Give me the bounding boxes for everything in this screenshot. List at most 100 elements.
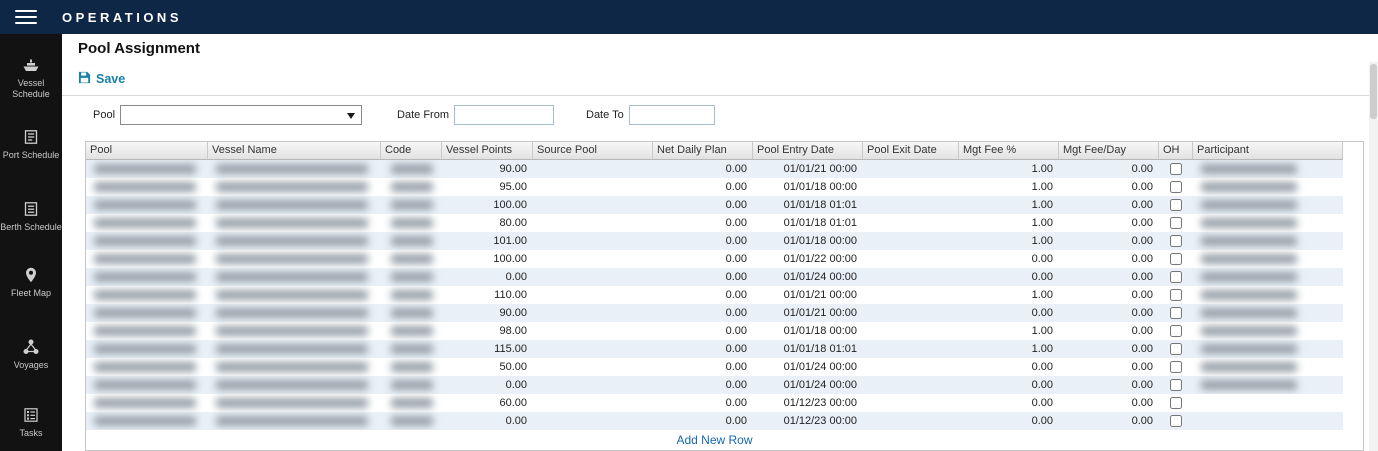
cell-pool_exit_date: [863, 232, 959, 250]
cell-net_daily_plan: 0.00: [653, 232, 753, 250]
date-to-input[interactable]: [629, 105, 715, 125]
redacted-participant: [1201, 254, 1297, 264]
oh-checkbox[interactable]: [1170, 217, 1182, 229]
pool-select[interactable]: [120, 105, 362, 125]
cell-participant: [1193, 232, 1343, 250]
oh-checkbox[interactable]: [1170, 361, 1182, 373]
cell-pool_entry_date: 01/01/21 00:00: [753, 160, 863, 178]
top-bar: OPERATIONS: [0, 0, 1378, 34]
column-header-oh[interactable]: OH: [1159, 142, 1193, 159]
cell-net_daily_plan: 0.00: [653, 196, 753, 214]
sidebar-item-label: Vessel Schedule: [12, 78, 50, 99]
column-header-source_pool[interactable]: Source Pool: [533, 142, 653, 159]
cell-vessel_name: [208, 160, 381, 178]
sidebar-item-fleet-map[interactable]: Fleet Map: [0, 266, 62, 299]
cell-code: [381, 394, 442, 412]
sidebar-item-label: Berth Schedule: [0, 222, 62, 232]
dropdown-arrow-icon: [347, 113, 355, 119]
oh-checkbox[interactable]: [1170, 415, 1182, 427]
pool-filter-label: Pool: [93, 109, 115, 121]
add-new-row-link[interactable]: Add New Row: [676, 433, 752, 447]
cell-pool_exit_date: [863, 268, 959, 286]
cell-vessel_name: [208, 412, 381, 430]
oh-checkbox[interactable]: [1170, 307, 1182, 319]
cell-vessel_name: [208, 178, 381, 196]
cell-oh: [1159, 232, 1193, 250]
redacted-participant: [1201, 362, 1297, 372]
vertical-scrollbar[interactable]: [1369, 62, 1378, 451]
hamburger-menu-icon[interactable]: [15, 6, 37, 28]
redacted-vessel_name: [216, 182, 368, 192]
oh-checkbox[interactable]: [1170, 271, 1182, 283]
redacted-code: [391, 254, 433, 264]
column-header-mgt_fee_pct[interactable]: Mgt Fee %: [959, 142, 1059, 159]
pool-assignment-grid: PoolVessel NameCodeVessel PointsSource P…: [85, 141, 1364, 451]
oh-checkbox[interactable]: [1170, 181, 1182, 193]
oh-checkbox[interactable]: [1170, 325, 1182, 337]
cell-code: [381, 268, 442, 286]
column-header-pool_entry_date[interactable]: Pool Entry Date: [753, 142, 863, 159]
cell-net_daily_plan: 0.00: [653, 340, 753, 358]
oh-checkbox[interactable]: [1170, 343, 1182, 355]
column-header-vessel_points[interactable]: Vessel Points: [442, 142, 533, 159]
oh-checkbox[interactable]: [1170, 163, 1182, 175]
redacted-code: [391, 164, 433, 174]
cell-source_pool: [533, 340, 653, 358]
cell-vessel_name: [208, 322, 381, 340]
column-header-pool[interactable]: Pool: [86, 142, 208, 159]
redacted-pool: [94, 344, 196, 354]
cell-mgt_fee_pct: 1.00: [959, 232, 1059, 250]
redacted-code: [391, 218, 433, 228]
date-from-input[interactable]: [454, 105, 554, 125]
cell-participant: [1193, 268, 1343, 286]
oh-checkbox[interactable]: [1170, 397, 1182, 409]
table-row: 50.000.0001/01/24 00:000.000.00: [86, 358, 1343, 376]
cell-vessel_points: 95.00: [442, 178, 533, 196]
redacted-code: [391, 272, 433, 282]
cell-code: [381, 232, 442, 250]
sidebar-item-berth-schedule[interactable]: Berth Schedule: [0, 200, 62, 233]
app-title: OPERATIONS: [62, 10, 182, 25]
sidebar-item-tasks[interactable]: Tasks: [0, 406, 62, 439]
column-header-vessel_name[interactable]: Vessel Name: [208, 142, 381, 159]
cell-code: [381, 412, 442, 430]
sidebar-item-voyages[interactable]: Voyages: [0, 338, 62, 371]
sidebar-item-vessel-schedule[interactable]: Vessel Schedule: [0, 56, 62, 101]
column-header-pool_exit_date[interactable]: Pool Exit Date: [863, 142, 959, 159]
save-button[interactable]: Save: [78, 71, 125, 87]
cell-vessel_name: [208, 376, 381, 394]
column-header-mgt_fee_day[interactable]: Mgt Fee/Day: [1059, 142, 1159, 159]
cell-code: [381, 214, 442, 232]
table-row: 90.000.0001/01/21 00:001.000.00: [86, 160, 1343, 178]
oh-checkbox[interactable]: [1170, 289, 1182, 301]
cell-pool: [86, 322, 208, 340]
oh-checkbox[interactable]: [1170, 199, 1182, 211]
redacted-code: [391, 380, 433, 390]
cell-oh: [1159, 178, 1193, 196]
redacted-participant: [1201, 182, 1297, 192]
map-pin-icon: [0, 266, 62, 284]
cell-pool_entry_date: 01/01/18 01:01: [753, 340, 863, 358]
cell-vessel_name: [208, 286, 381, 304]
cell-code: [381, 376, 442, 394]
oh-checkbox[interactable]: [1170, 235, 1182, 247]
cell-source_pool: [533, 196, 653, 214]
main-content: Pool Assignment Save Pool Date From Date…: [62, 34, 1378, 451]
filter-bar: Pool Date From Date To: [62, 103, 715, 127]
redacted-code: [391, 416, 433, 426]
cell-mgt_fee_pct: 0.00: [959, 358, 1059, 376]
cell-pool: [86, 250, 208, 268]
column-header-participant[interactable]: Participant: [1193, 142, 1343, 159]
column-header-code[interactable]: Code: [381, 142, 442, 159]
table-row: 101.000.0001/01/18 00:001.000.00: [86, 232, 1343, 250]
redacted-pool: [94, 182, 196, 192]
cell-vessel_points: 50.00: [442, 358, 533, 376]
sidebar-item-port-schedule[interactable]: Port Schedule: [0, 128, 62, 161]
table-row: 100.000.0001/01/22 00:000.000.00: [86, 250, 1343, 268]
cell-pool: [86, 268, 208, 286]
redacted-pool: [94, 290, 196, 300]
oh-checkbox[interactable]: [1170, 379, 1182, 391]
oh-checkbox[interactable]: [1170, 253, 1182, 265]
scrollbar-thumb[interactable]: [1370, 64, 1377, 119]
column-header-net_daily_plan[interactable]: Net Daily Plan: [653, 142, 753, 159]
